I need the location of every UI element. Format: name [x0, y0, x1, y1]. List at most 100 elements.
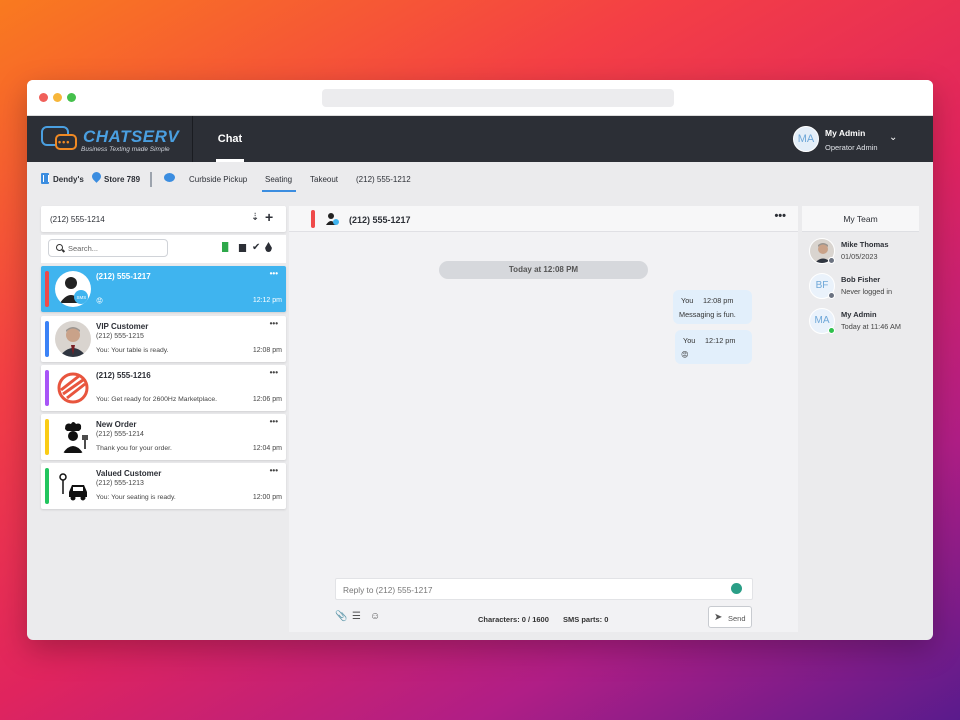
conversation-preview: You: Your seating is ready. — [96, 494, 176, 501]
more-options-icon[interactable]: ••• — [270, 319, 278, 328]
sms-user-icon — [325, 212, 339, 226]
tab-seating[interactable]: Seating — [265, 175, 292, 184]
user-role: Operator Admin — [825, 143, 878, 152]
emoji-icon[interactable]: ☺ — [370, 611, 380, 622]
more-options-icon[interactable]: ••• — [774, 210, 786, 222]
conversation-color-tag — [45, 271, 49, 307]
customer-photo — [55, 321, 91, 357]
member-last-seen: Never logged in — [841, 287, 893, 296]
business-name[interactable]: Dendy's — [53, 175, 84, 184]
conversation-color-tag — [45, 468, 49, 504]
team-member[interactable]: BF Bob Fisher Never logged in — [809, 273, 929, 305]
reply-input[interactable] — [343, 584, 723, 596]
more-options-icon[interactable]: ••• — [270, 269, 278, 278]
message-bubble: You 12:12 pm 😡 — [675, 330, 752, 364]
list-icon[interactable]: ☰ — [352, 611, 361, 622]
message-text: Messaging is fun. — [679, 310, 736, 319]
conversation-time: 12:06 pm — [252, 396, 282, 403]
more-options-icon[interactable]: ••• — [270, 417, 278, 426]
conversation-item[interactable]: New Order (212) 555-1214 Thank you for y… — [41, 414, 286, 460]
search-input[interactable] — [68, 243, 163, 254]
conversation-title: VIP Customer — [96, 322, 149, 331]
tab-takeout[interactable]: Takeout — [310, 175, 338, 184]
building-icon — [41, 173, 49, 184]
user-name[interactable]: My Admin — [825, 128, 865, 138]
logo-tagline: Business Texting made Simple — [81, 146, 170, 153]
browser-window: ••• CHATSERV Business Texting made Simpl… — [27, 80, 933, 640]
hat-filter-icon[interactable] — [238, 244, 247, 252]
more-options-icon[interactable]: ••• — [270, 368, 278, 377]
conversation-color-tag — [45, 370, 49, 406]
browser-titlebar — [27, 80, 933, 116]
conversation-item[interactable]: Valued Customer (212) 555-1213 You: Your… — [41, 463, 286, 509]
filter-bar: ✔ — [41, 235, 286, 263]
conversation-time: 12:00 pm — [252, 494, 282, 501]
user-avatar[interactable]: MA — [793, 126, 819, 152]
message-sender: You — [681, 296, 694, 305]
message-sender: You — [683, 336, 696, 345]
drop-filter-icon[interactable] — [265, 242, 272, 252]
team-member[interactable]: Mike Thomas 01/05/2023 — [809, 238, 929, 270]
search-icon — [56, 244, 63, 251]
close-window-button[interactable] — [39, 93, 48, 102]
conversation-preview: You: Get ready for 2600Hz Marketplace. — [96, 396, 218, 403]
tab-phone-line[interactable]: (212) 555-1212 — [356, 175, 411, 184]
store-name[interactable]: Store 789 — [104, 175, 140, 184]
reply-box[interactable] — [335, 578, 753, 600]
conversation-title: (212) 555-1217 — [96, 272, 151, 281]
conversation-list-header: (212) 555-1214 ⇣ + — [41, 206, 286, 232]
sms-parts-count: SMS parts: 0 — [562, 615, 609, 624]
conversation-color-tag — [45, 419, 49, 455]
message-text: 😡 — [681, 350, 689, 359]
conversation-item[interactable]: SMS (212) 555-1217 😡 12:12 pm ••• — [41, 266, 286, 312]
logo-text: CHATSERV — [83, 127, 180, 146]
member-name: My Admin — [841, 310, 877, 319]
chevron-down-icon[interactable]: ⌄ — [889, 132, 897, 143]
attachment-icon[interactable]: 📎 — [335, 611, 347, 622]
chatserv-logo: ••• CHATSERV Business Texting made Simpl… — [41, 124, 181, 156]
more-options-icon[interactable]: ••• — [270, 466, 278, 475]
chat-panel: (212) 555-1217 ••• Today at 12:08 PM You… — [289, 206, 798, 632]
nav-chat-tab[interactable]: Chat — [216, 116, 244, 162]
conversation-color-tag — [45, 321, 49, 357]
member-last-seen: 01/05/2023 — [841, 252, 878, 261]
double-check-filter-icon[interactable]: ✔ — [252, 242, 261, 253]
search-box[interactable] — [48, 239, 168, 257]
divider — [192, 116, 193, 162]
conversation-item[interactable]: (212) 555-1216 You: Get ready for 2600Hz… — [41, 365, 286, 411]
conversation-title: Valued Customer — [96, 469, 162, 478]
conversation-color-tag — [311, 210, 315, 228]
send-button[interactable]: ➤ Send — [708, 606, 752, 628]
chat-title: (212) 555-1217 — [349, 215, 411, 225]
divider — [150, 172, 152, 187]
sort-icon[interactable]: ⇣ — [251, 212, 259, 223]
app-header: ••• CHATSERV Business Texting made Simpl… — [27, 116, 933, 162]
grammarly-icon[interactable] — [731, 583, 742, 594]
member-name: Bob Fisher — [841, 275, 881, 284]
conversation-number: (212) 555-1214 — [96, 431, 144, 438]
2600hz-logo — [55, 370, 91, 406]
status-indicator — [828, 327, 835, 334]
status-indicator — [828, 292, 835, 299]
tab-curbside-pickup[interactable]: Curbside Pickup — [189, 175, 247, 184]
curbside-car-icon — [55, 468, 91, 504]
message-time: 12:12 pm — [705, 336, 736, 345]
team-member[interactable]: MA My Admin Today at 11:46 AM — [809, 308, 929, 340]
chat-header: (212) 555-1217 ••• — [289, 206, 798, 232]
message-bubble: You 12:08 pm Messaging is fun. — [673, 290, 752, 324]
conversation-number: (212) 555-1213 — [96, 480, 144, 487]
minimize-window-button[interactable] — [53, 93, 62, 102]
line-number: (212) 555-1214 — [50, 215, 105, 224]
status-indicator — [828, 257, 835, 264]
member-name: Mike Thomas — [841, 240, 889, 249]
door-open-filter-icon[interactable] — [222, 242, 229, 252]
conversation-time: 12:12 pm — [252, 297, 282, 304]
address-bar[interactable] — [322, 89, 674, 107]
character-counter: Characters: 0 / 1600 SMS parts: 0 — [478, 615, 608, 624]
message-time: 12:08 pm — [703, 296, 734, 305]
new-conversation-button[interactable]: + — [265, 209, 273, 225]
maximize-window-button[interactable] — [67, 93, 76, 102]
conversation-item[interactable]: VIP Customer (212) 555-1215 You: Your ta… — [41, 316, 286, 362]
team-panel-header: My Team — [802, 206, 919, 232]
svg-text:SMS: SMS — [77, 295, 87, 300]
